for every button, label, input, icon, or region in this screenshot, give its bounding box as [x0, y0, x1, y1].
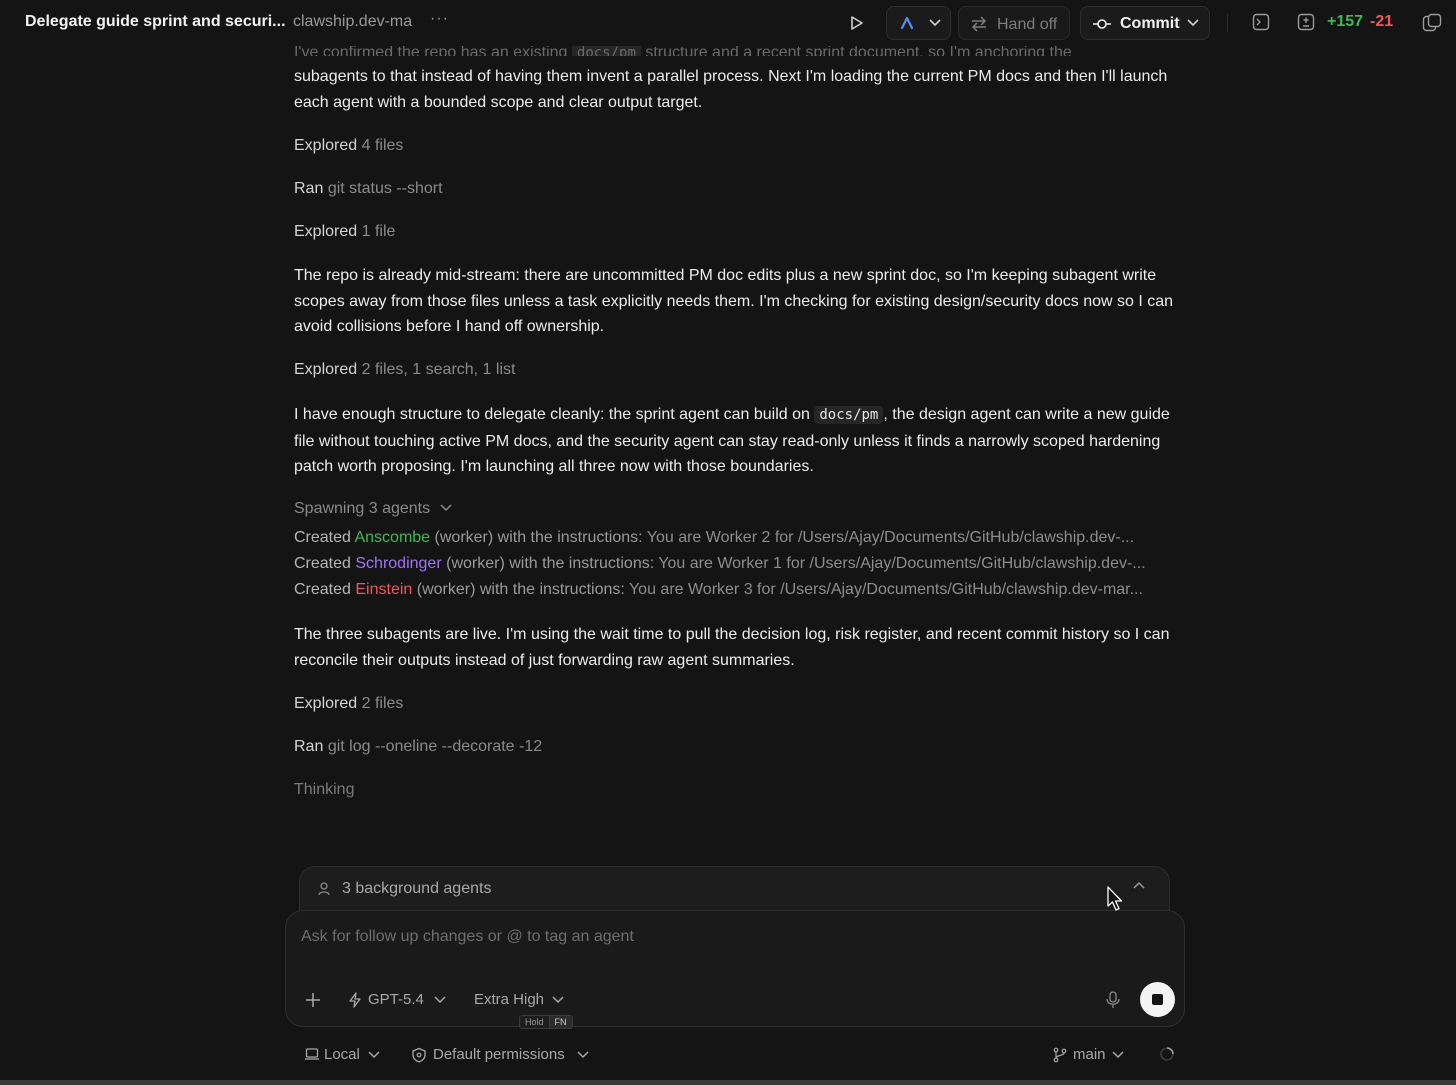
agents-icon [318, 882, 330, 896]
chevron-down-icon [440, 504, 452, 512]
tool-call-ran[interactable]: Ran git log --oneline --decorate -12 [294, 738, 542, 756]
stop-icon [1152, 994, 1163, 1005]
git-branch-icon [1053, 1047, 1067, 1063]
thinking-indicator: Thinking [294, 781, 355, 798]
repo-name[interactable]: clawship.dev-ma [293, 13, 415, 31]
toggle-panel-icon[interactable] [1422, 13, 1442, 33]
tool-call-ran[interactable]: Ran git status --short [294, 180, 443, 198]
diff-icon[interactable] [1297, 13, 1315, 31]
chevron-up-icon[interactable] [1132, 880, 1146, 890]
loading-spinner-icon [1160, 1047, 1174, 1061]
commit-icon [1093, 19, 1111, 29]
agent-name: Einstein [355, 581, 413, 598]
agent-name: Anscombe [354, 529, 431, 546]
chevron-down-icon [1187, 19, 1199, 27]
window-bottom-edge [0, 1080, 1456, 1085]
commit-button[interactable]: Commit [1080, 6, 1210, 40]
created-agent-row[interactable]: Created Anscombe (worker) with the instr… [294, 529, 1174, 547]
model-label: GPT-5.4 [368, 991, 424, 1008]
swap-arrows-icon [971, 16, 987, 32]
commit-label: Commit [1120, 15, 1180, 32]
composer: Ask for follow up changes or @ to tag an… [285, 910, 1185, 1027]
message-input[interactable]: Ask for follow up changes or @ to tag an… [301, 928, 634, 946]
chevron-down-icon [368, 1051, 380, 1059]
created-agent-row[interactable]: Created Einstein (worker) with the instr… [294, 581, 1174, 599]
agent-logo-icon [900, 16, 914, 30]
chevron-down-icon [577, 1051, 589, 1059]
top-bar: Delegate guide sprint and securi... claw… [0, 0, 1456, 46]
hand-off-label: Hand off [997, 16, 1058, 33]
spawning-agents-toggle[interactable]: Spawning 3 agents [294, 500, 452, 518]
plus-icon[interactable] [304, 991, 322, 1009]
chevron-down-icon [552, 996, 564, 1004]
inline-code: docs/pm [814, 406, 884, 424]
assistant-message: The three subagents are live. I'm using … [294, 626, 1170, 669]
shield-icon [412, 1047, 426, 1063]
background-agents-bar[interactable]: 3 background agents [299, 866, 1170, 914]
created-agent-row[interactable]: Created Schrodinger (worker) with the in… [294, 555, 1174, 573]
branch-label: main [1073, 1046, 1106, 1063]
background-agents-label: 3 background agents [342, 880, 492, 897]
tool-call-explored[interactable]: Explored 4 files [294, 137, 403, 155]
header-divider [1227, 14, 1228, 32]
environment-label: Local [324, 1046, 360, 1063]
bolt-icon [349, 992, 361, 1008]
hand-off-button[interactable]: Hand off [958, 6, 1070, 40]
permissions-label: Default permissions [433, 1046, 565, 1063]
tool-call-explored[interactable]: Explored 2 files, 1 search, 1 list [294, 361, 515, 379]
spawning-label: Spawning 3 agents [294, 500, 431, 517]
diff-additions[interactable]: +157 [1327, 13, 1363, 31]
tool-call-explored[interactable]: Explored 1 file [294, 223, 395, 241]
microphone-icon[interactable] [1105, 991, 1121, 1009]
diff-deletions[interactable]: -21 [1370, 13, 1393, 31]
assistant-message: I have enough structure to delegate clea… [294, 406, 1170, 475]
terminal-icon[interactable] [1252, 13, 1270, 31]
laptop-icon [305, 1048, 319, 1060]
reasoning-effort-selector[interactable]: Extra High [474, 991, 564, 1008]
agent-model-selector[interactable] [886, 6, 951, 40]
chevron-down-icon [929, 19, 941, 27]
chevron-down-icon [1112, 1051, 1124, 1059]
voice-hint: Hold FN [519, 1015, 573, 1029]
play-icon[interactable] [846, 13, 866, 33]
mouse-cursor-icon [1107, 886, 1123, 911]
message-intro: subagents to that instead of having them… [294, 68, 1168, 111]
stop-button[interactable] [1140, 982, 1175, 1017]
fn-key: FN [548, 1016, 572, 1028]
status-footer: Local Default permissions main [0, 1040, 1456, 1068]
tool-call-explored[interactable]: Explored 2 files [294, 695, 403, 713]
thread-title[interactable]: Delegate guide sprint and securi... [25, 13, 286, 31]
effort-label: Extra High [474, 991, 545, 1008]
more-options-icon[interactable]: ··· [430, 10, 449, 28]
chevron-down-icon [434, 996, 446, 1004]
assistant-message: The repo is already mid-stream: there ar… [294, 267, 1174, 335]
agent-name: Schrodinger [355, 555, 442, 572]
